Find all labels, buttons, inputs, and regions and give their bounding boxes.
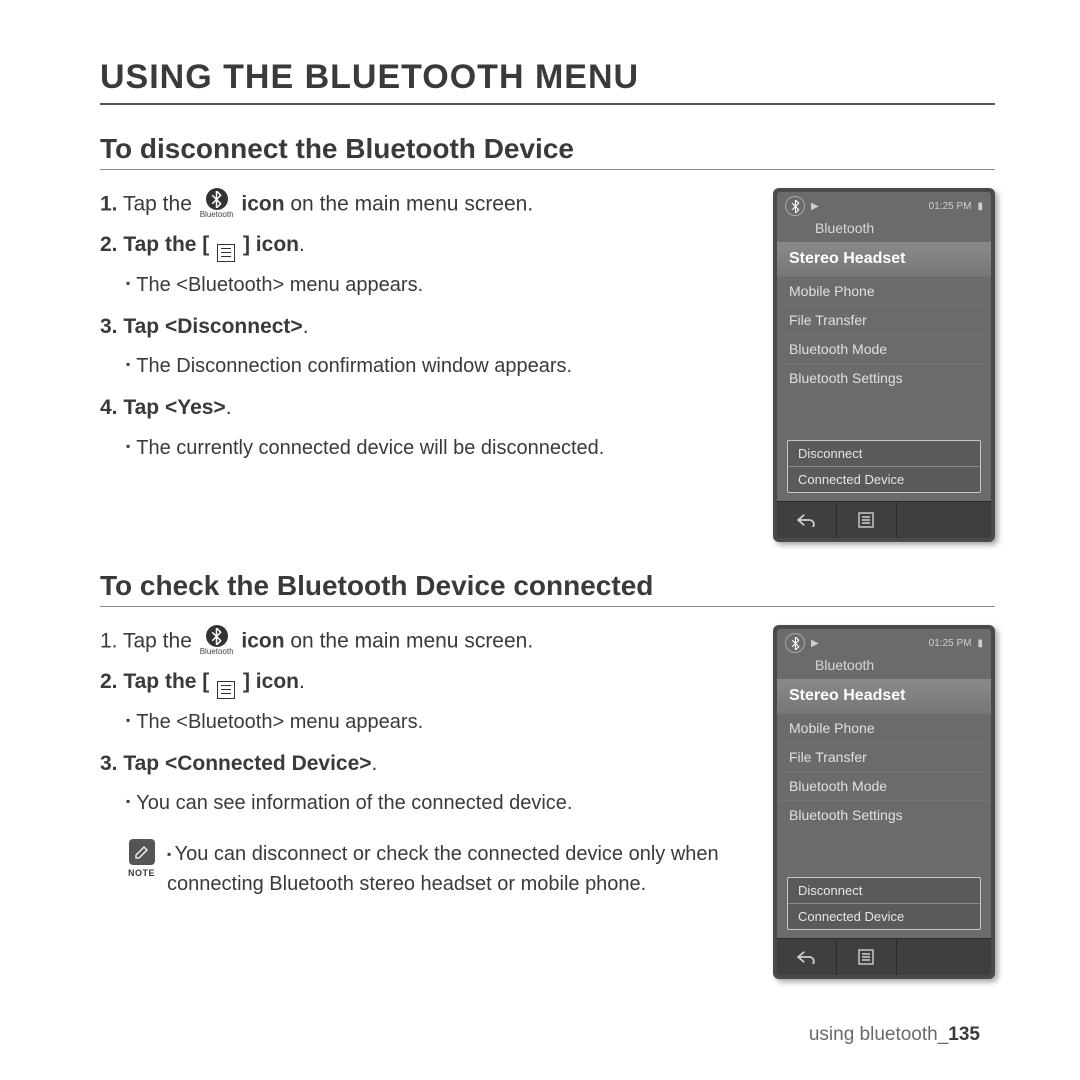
list-item: Mobile Phone [777, 713, 991, 742]
device-screenshot: ▶ 01:25 PM ▮ Bluetooth Stereo Headset Mo… [773, 625, 995, 979]
popup-item: Connected Device [788, 903, 980, 929]
bluetooth-icon: Bluetooth [200, 188, 234, 221]
popup-item: Disconnect [788, 441, 980, 466]
step-text: icon [241, 629, 284, 652]
step-text: ] icon [243, 670, 299, 693]
substep: The <Bluetooth> menu appears. [126, 707, 755, 738]
step-text: Tap the [123, 629, 192, 652]
popup-item: Disconnect [788, 878, 980, 903]
list-item: File Transfer [777, 742, 991, 771]
back-button [777, 502, 837, 538]
bluetooth-icon [785, 633, 805, 653]
note-text: You can disconnect or check the connecte… [167, 839, 755, 899]
step-text: ] icon [243, 233, 299, 256]
list-item: Bluetooth Settings [777, 363, 991, 392]
menu-button [837, 939, 897, 975]
step-text: 2. Tap the [ [100, 670, 209, 693]
step-num: 1. [100, 629, 118, 652]
menu-button [837, 502, 897, 538]
page-title: USING THE BLUETOOTH MENU [100, 58, 995, 105]
screen-title: Bluetooth [777, 655, 991, 679]
step-text: Tap the [123, 192, 192, 215]
list-item-highlight: Stereo Headset [777, 679, 991, 713]
instructions-check: 1. Tap the Bluetooth icon on the main me… [100, 625, 755, 899]
section-disconnect-title: To disconnect the Bluetooth Device [100, 133, 995, 170]
note-icon: NOTE [128, 839, 155, 881]
bluetooth-icon [785, 196, 805, 216]
blank-button [897, 939, 991, 975]
back-button [777, 939, 837, 975]
instructions-disconnect: 1. Tap the Bluetooth icon on the main me… [100, 188, 755, 474]
step-text: on the main menu screen. [285, 629, 534, 652]
popup-menu: Disconnect Connected Device [787, 877, 981, 930]
substep: You can see information of the connected… [126, 788, 755, 819]
step-text: 2. Tap the [ [100, 233, 209, 256]
battery-icon: ▮ [977, 201, 983, 212]
menu-icon [217, 681, 235, 699]
step-text: icon [241, 192, 284, 215]
page-footer: using bluetooth_135 [809, 1024, 980, 1046]
substep: The currently connected device will be d… [126, 433, 755, 464]
menu-icon [217, 244, 235, 262]
list-item: Bluetooth Settings [777, 800, 991, 829]
step-text: 3. Tap <Connected Device> [100, 752, 372, 775]
substep: The <Bluetooth> menu appears. [126, 270, 755, 301]
list-item-highlight: Stereo Headset [777, 242, 991, 276]
list-item: Mobile Phone [777, 276, 991, 305]
device-screenshot: ▶ 01:25 PM ▮ Bluetooth Stereo Headset Mo… [773, 188, 995, 542]
bluetooth-icon: Bluetooth [200, 625, 234, 658]
blank-button [897, 502, 991, 538]
battery-icon: ▮ [977, 638, 983, 649]
step-text: 4. Tap <Yes> [100, 396, 226, 419]
step-text: 3. Tap <Disconnect> [100, 315, 303, 338]
list-item: File Transfer [777, 305, 991, 334]
screen-title: Bluetooth [777, 218, 991, 242]
step-text: on the main menu screen. [285, 192, 534, 215]
substep: The Disconnection confirmation window ap… [126, 351, 755, 382]
list-item: Bluetooth Mode [777, 771, 991, 800]
section-check-title: To check the Bluetooth Device connected [100, 570, 995, 607]
status-time: 01:25 PM [929, 201, 972, 212]
status-time: 01:25 PM [929, 638, 972, 649]
step-num: 1. [100, 192, 118, 215]
list-item: Bluetooth Mode [777, 334, 991, 363]
popup-item: Connected Device [788, 466, 980, 492]
popup-menu: Disconnect Connected Device [787, 440, 981, 493]
